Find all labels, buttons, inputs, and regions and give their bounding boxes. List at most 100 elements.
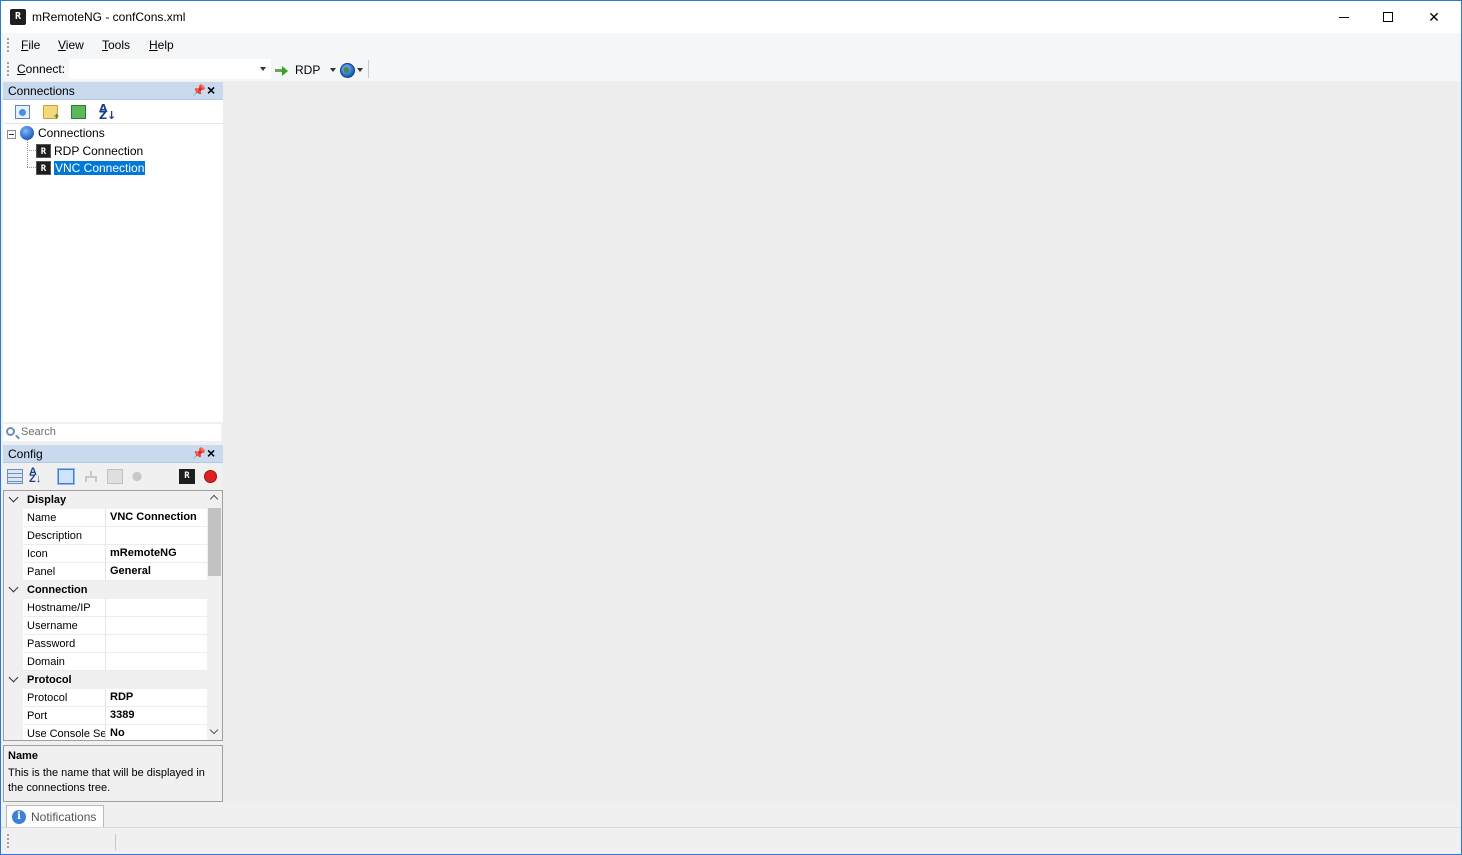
property-label: Name <box>27 512 57 524</box>
chevron-down-icon[interactable] <box>330 68 337 72</box>
menubar-grip[interactable] <box>7 38 9 52</box>
config-panel-title: Config <box>8 447 43 461</box>
chevron-down-icon[interactable] <box>260 67 266 71</box>
tree-root-label: Connections <box>38 126 105 140</box>
property-value[interactable] <box>105 617 207 635</box>
property-value[interactable]: mRemoteNG <box>105 545 207 563</box>
toolbar-grip[interactable] <box>7 62 9 76</box>
alphabetical-sort-icon[interactable]: A Z↓ <box>29 467 45 485</box>
category-protocol[interactable]: Protocol <box>4 671 207 689</box>
property-value[interactable]: General <box>105 563 207 581</box>
rdp-connection-icon: R <box>36 143 51 158</box>
info-icon: i <box>12 809 26 824</box>
property-label: Description <box>27 530 83 542</box>
property-grid-scrollbar[interactable] <box>207 491 222 740</box>
property-label: Protocol <box>27 692 68 704</box>
close-icon[interactable]: × <box>207 83 215 97</box>
tree-root-connections[interactable]: Connections <box>3 125 223 142</box>
property-value[interactable] <box>105 599 207 617</box>
property-value[interactable] <box>105 527 207 545</box>
connections-panel-header[interactable]: Connections 📌 × <box>3 82 223 100</box>
minimize-button[interactable] <box>1321 1 1367 33</box>
connections-panel: AZ↓ Connections R RDP Connection R VNC C… <box>3 100 223 422</box>
property-value[interactable] <box>105 635 207 653</box>
row-margin <box>4 563 23 581</box>
category-connection[interactable]: Connection <box>4 581 207 599</box>
new-folder-icon[interactable] <box>43 105 59 121</box>
scroll-down-icon[interactable] <box>209 725 219 735</box>
category-display[interactable]: Display <box>4 491 207 509</box>
record-status-icon[interactable] <box>204 470 217 483</box>
config-panel-header[interactable]: Config 📌 × <box>3 445 223 463</box>
tree-item-vnc-connection[interactable]: R VNC Connection <box>36 159 146 176</box>
menu-bar: File View Tools Help <box>1 33 1461 57</box>
connections-search-box[interactable]: Search <box>3 424 221 441</box>
menu-view[interactable]: View <box>58 38 84 52</box>
pin-icon[interactable]: 📌 <box>192 448 206 460</box>
view-icon[interactable] <box>71 105 86 119</box>
property-value[interactable]: 3389 <box>105 707 207 725</box>
menu-file[interactable]: File <box>21 38 40 52</box>
menu-file-label: ile <box>28 38 41 52</box>
app-window: R mRemoteNG - confCons.xml ✕ File View T… <box>0 0 1462 855</box>
connect-label: Connect: <box>17 62 65 76</box>
toolbar-separator <box>368 60 369 78</box>
property-row-domain[interactable]: Domain <box>4 653 207 671</box>
property-row-port[interactable]: Port 3389 <box>4 707 207 725</box>
mremoteng-app-icon[interactable]: R <box>10 9 26 25</box>
property-row-username[interactable]: Username <box>4 617 207 635</box>
tree-item-label: RDP Connection <box>54 143 144 158</box>
property-row-use-console-session[interactable]: Use Console Session No <box>4 725 207 740</box>
row-margin <box>4 545 23 563</box>
pin-icon[interactable]: 📌 <box>192 85 206 97</box>
chevron-down-icon[interactable] <box>8 672 19 683</box>
connect-protocol-button[interactable]: RDP <box>275 61 337 79</box>
property-row-protocol[interactable]: Protocol RDP <box>4 689 207 707</box>
menu-view-label: iew <box>65 38 84 52</box>
connections-globe-button[interactable] <box>340 61 363 79</box>
menu-tools[interactable]: Tools <box>102 38 130 52</box>
collapse-icon[interactable] <box>7 130 16 139</box>
property-value[interactable] <box>105 653 207 671</box>
row-margin <box>4 635 23 653</box>
chevron-down-icon[interactable] <box>8 582 19 593</box>
close-icon[interactable]: × <box>207 446 215 460</box>
category-label: Display <box>27 494 67 506</box>
vnc-connection-icon: R <box>36 160 51 175</box>
statusbar-grip[interactable] <box>7 834 9 848</box>
tree-item-rdp-connection[interactable]: R RDP Connection <box>36 142 143 159</box>
new-connection-icon[interactable] <box>15 105 30 119</box>
menu-tools-label: ools <box>108 38 131 52</box>
help-title: Name <box>8 750 38 762</box>
close-icon: ✕ <box>1428 8 1440 25</box>
property-row-panel[interactable]: Panel General <box>4 563 207 581</box>
maximize-button[interactable] <box>1365 1 1411 33</box>
scrollbar-thumb[interactable] <box>208 508 221 576</box>
property-row-name[interactable]: Name VNC Connection <box>4 509 207 527</box>
property-value[interactable]: VNC Connection <box>105 509 207 527</box>
globe-icon <box>20 126 34 140</box>
close-window-button[interactable]: ✕ <box>1411 1 1457 33</box>
scroll-up-icon[interactable] <box>209 494 219 504</box>
search-input[interactable]: Search <box>21 426 56 438</box>
menu-help[interactable]: Help <box>149 38 174 52</box>
property-row-icon[interactable]: Icon mRemoteNG <box>4 545 207 563</box>
property-row-description[interactable]: Description <box>4 527 207 545</box>
category-label: Connection <box>27 584 88 596</box>
properties-icon[interactable] <box>57 468 75 485</box>
status-separator <box>115 834 116 850</box>
property-value[interactable]: RDP <box>105 689 207 707</box>
inheritance-icon[interactable] <box>83 469 99 484</box>
property-value[interactable]: No <box>105 725 207 740</box>
categorized-view-icon[interactable] <box>7 469 23 484</box>
property-row-hostname[interactable]: Hostname/IP <box>4 599 207 617</box>
default-properties-icon[interactable] <box>107 469 123 484</box>
icon-selector-icon[interactable]: R <box>179 469 195 484</box>
chevron-down-icon[interactable] <box>8 492 19 503</box>
quick-connect-combobox[interactable] <box>69 59 271 79</box>
notifications-tab[interactable]: i Notifications <box>6 805 104 827</box>
sort-ascending-icon[interactable]: A Z↓ <box>99 103 116 121</box>
property-row-password[interactable]: Password <box>4 635 207 653</box>
chevron-down-icon[interactable] <box>357 68 363 72</box>
host-status-icon[interactable] <box>129 469 145 484</box>
